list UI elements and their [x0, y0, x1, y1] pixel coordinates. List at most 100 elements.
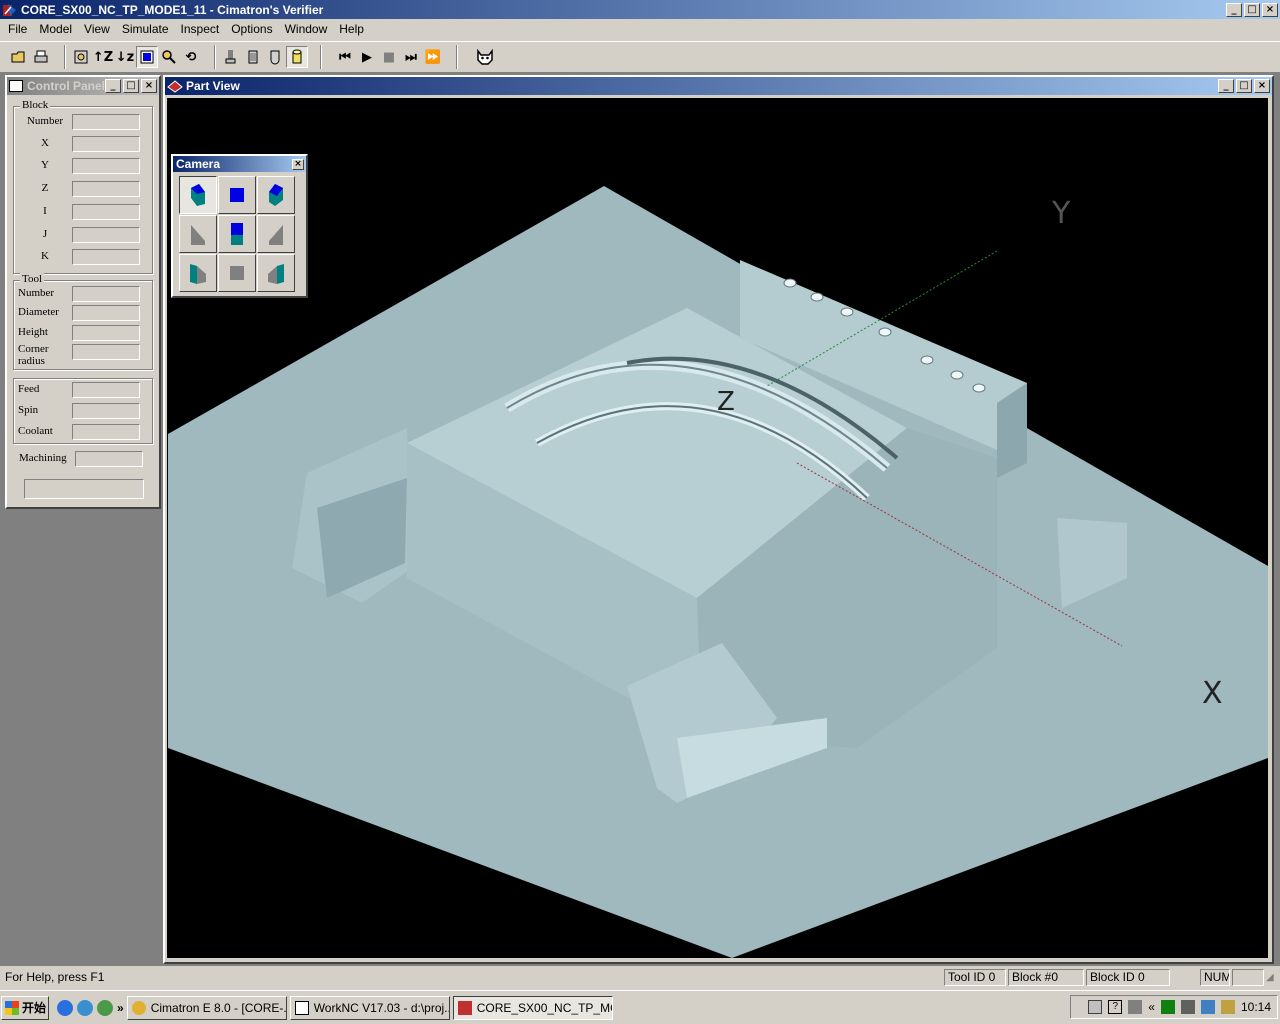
left-view-icon[interactable] [179, 215, 217, 253]
progress-field [24, 479, 144, 499]
step-forward-icon[interactable]: ⏭ [400, 46, 422, 68]
tool-holder-icon[interactable] [220, 46, 242, 68]
front-view-icon[interactable] [218, 215, 256, 253]
fast-forward-icon[interactable]: ⏩ [422, 46, 444, 68]
tool-tray-icon[interactable] [1180, 1000, 1195, 1014]
camera-titlebar[interactable]: Camera × [173, 156, 306, 172]
chevron-icon[interactable]: » [117, 1001, 124, 1015]
start-button[interactable]: 开始 [1, 995, 49, 1020]
part-view-titlebar[interactable]: Part View _ □ × [165, 77, 1272, 95]
field-label: K [41, 250, 49, 262]
close-button[interactable]: × [1262, 2, 1278, 17]
task-worknc[interactable]: WorkNC V17.03 - d:\proj... [289, 995, 450, 1020]
menu-help[interactable]: Help [333, 20, 370, 38]
app-icon[interactable] [2, 2, 18, 18]
y-axis-label: Y [1051, 196, 1071, 231]
network-icon[interactable] [97, 999, 113, 1016]
x-field [72, 136, 140, 152]
spin-field [72, 403, 140, 419]
task-label: Cimatron E 8.0 - [CORE-... [150, 1000, 287, 1015]
volume-tray-icon[interactable] [1220, 1000, 1235, 1014]
status-num-lock: NUM [1200, 968, 1230, 986]
field-row: Diameter [14, 305, 154, 321]
cat-icon[interactable] [474, 46, 496, 68]
zoom-in-z-icon[interactable]: ↑Z [92, 46, 114, 68]
task-label: CORE_SX00_NC_TP_MO... [476, 1000, 612, 1015]
z-field [72, 181, 140, 197]
resize-grip-icon[interactable]: ◢ [1266, 972, 1280, 983]
diameter-field [72, 305, 140, 321]
camera-close-button[interactable]: × [292, 158, 304, 170]
top-view-icon[interactable] [218, 176, 256, 214]
right-view-icon[interactable] [257, 215, 295, 253]
control-panel-titlebar[interactable]: Control Panel _ □ × [7, 77, 159, 95]
menu-file[interactable]: File [2, 20, 33, 38]
flag-tray-icon[interactable] [1128, 1000, 1143, 1014]
menu-simulate[interactable]: Simulate [116, 20, 175, 38]
keyboard-icon[interactable] [1088, 1000, 1103, 1014]
print-icon[interactable] [30, 46, 52, 68]
field-row: X [14, 136, 154, 152]
view-maximize-button[interactable]: □ [1236, 79, 1252, 93]
open-folder-icon[interactable] [8, 46, 30, 68]
network-tray-icon[interactable] [1200, 1000, 1215, 1014]
menu-window[interactable]: Window [279, 20, 334, 38]
tool-flat-icon[interactable] [242, 46, 264, 68]
outlook-icon[interactable] [77, 999, 93, 1016]
ie-icon[interactable] [57, 999, 73, 1016]
y-field [72, 158, 140, 174]
panel-minimize-button[interactable]: _ [105, 79, 121, 93]
menu-view[interactable]: View [78, 20, 116, 38]
panel-maximize-button[interactable]: □ [123, 79, 139, 93]
rotate-reset-icon[interactable]: ⟲ [180, 46, 202, 68]
stop-icon[interactable]: ■ [378, 46, 400, 68]
tool-group: Tool Number Diameter Height Corner radiu… [13, 273, 154, 370]
status-tool-id: Tool ID 0 [944, 968, 1006, 986]
restore-button[interactable]: □ [1244, 2, 1260, 17]
shade-mode-icon[interactable] [136, 46, 158, 68]
view-close-button[interactable]: × [1254, 79, 1270, 93]
block-number-field [72, 114, 140, 130]
field-label: Corner radius [18, 343, 49, 367]
panel-icon [9, 80, 23, 92]
task-verifier[interactable]: CORE_SX00_NC_TP_MO... [452, 995, 613, 1020]
back-right-view-icon[interactable] [257, 254, 295, 292]
coolant-field [72, 424, 140, 440]
quick-launch: » [57, 999, 124, 1016]
clock[interactable]: 10:14 [1241, 1000, 1271, 1014]
magnify-icon[interactable] [158, 46, 180, 68]
field-row: Z [14, 181, 154, 197]
back-view-icon[interactable] [218, 254, 256, 292]
field-label: Diameter [18, 306, 59, 318]
field-row: Corner radius [14, 343, 154, 368]
tray-chevron-icon[interactable]: « [1148, 1000, 1155, 1014]
green-tray-icon[interactable] [1160, 1000, 1175, 1014]
field-row: I [14, 204, 154, 220]
play-icon[interactable]: ▶ [356, 46, 378, 68]
tool-ball-icon[interactable] [264, 46, 286, 68]
rewind-icon[interactable]: ⏮ [334, 46, 356, 68]
minimize-button[interactable]: _ [1226, 2, 1242, 17]
part-view-icon [167, 80, 183, 93]
field-label: Number [18, 287, 55, 299]
iso-view-icon[interactable] [179, 176, 217, 214]
camera-palette: Camera × [171, 154, 308, 298]
view-minimize-button[interactable]: _ [1218, 79, 1234, 93]
field-row: J [14, 227, 154, 243]
task-cimatron[interactable]: Cimatron E 8.0 - [CORE-... [126, 995, 287, 1020]
tool-cylinder-icon[interactable] [286, 46, 308, 68]
iso-right-view-icon[interactable] [257, 176, 295, 214]
menu-model[interactable]: Model [33, 20, 78, 38]
help-icon[interactable]: ? [1108, 1000, 1123, 1014]
zoom-fit-icon[interactable] [70, 46, 92, 68]
machining-label: Machining [19, 452, 67, 464]
status-bar: For Help, press F1 Tool ID 0 Block #0 Bl… [0, 967, 1280, 987]
panel-close-button[interactable]: × [141, 79, 157, 93]
menu-options[interactable]: Options [225, 20, 278, 38]
status-empty [1172, 969, 1198, 986]
menu-inspect[interactable]: Inspect [175, 20, 226, 38]
back-left-view-icon[interactable] [179, 254, 217, 292]
part-view-window: Part View _ □ × Y X Z [163, 75, 1274, 964]
3d-viewport[interactable]: Y X Z [167, 98, 1268, 958]
zoom-out-z-icon[interactable]: ↓z [114, 46, 136, 68]
